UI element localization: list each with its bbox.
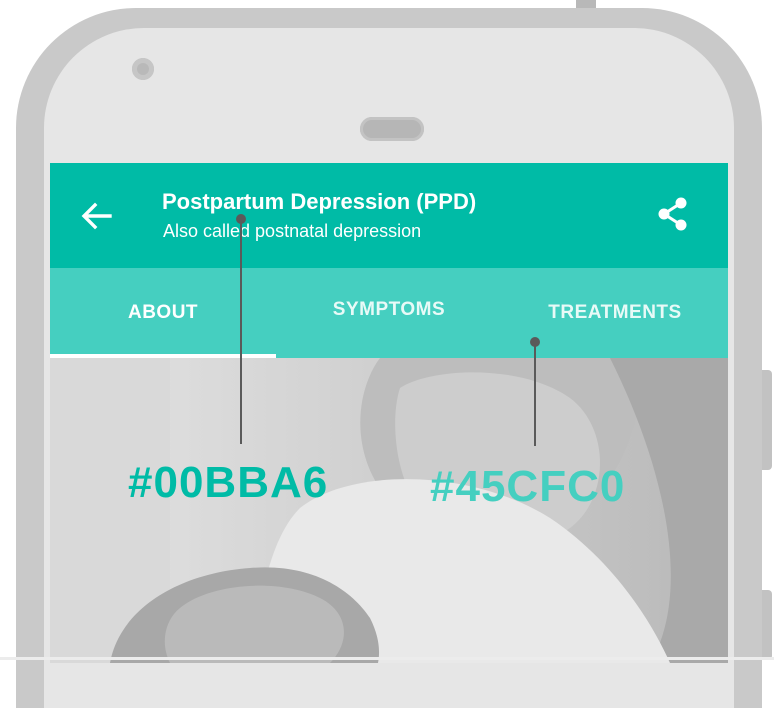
front-camera xyxy=(132,58,154,80)
page-title: Postpartum Depression (PPD) xyxy=(162,189,477,214)
color-label-secondary: #45CFC0 xyxy=(430,462,626,511)
annotation-dot-secondary xyxy=(530,337,540,347)
tab-symptoms[interactable]: SYMPTOMS xyxy=(276,268,502,358)
earpiece-speaker xyxy=(360,117,424,141)
page-subtitle: Also called postnatal depression xyxy=(163,221,422,241)
annotation-line-primary xyxy=(240,218,242,444)
annotation-line-secondary xyxy=(534,342,536,446)
annotation-dot-primary xyxy=(236,214,246,224)
arrow-back-icon[interactable] xyxy=(80,199,114,233)
phone-power-button xyxy=(762,590,772,660)
hero-photo xyxy=(50,358,728,663)
phone-volume-button xyxy=(762,370,772,470)
tab-about[interactable]: ABOUT xyxy=(50,268,276,358)
tab-bar: ABOUT SYMPTOMS TREATMENTS xyxy=(50,268,728,360)
color-label-primary: #00BBA6 xyxy=(128,458,329,507)
share-icon[interactable] xyxy=(656,196,690,232)
phone-screen: Postpartum Depression (PPD) Also called … xyxy=(50,163,728,663)
app-bar: Postpartum Depression (PPD) Also called … xyxy=(50,163,728,268)
